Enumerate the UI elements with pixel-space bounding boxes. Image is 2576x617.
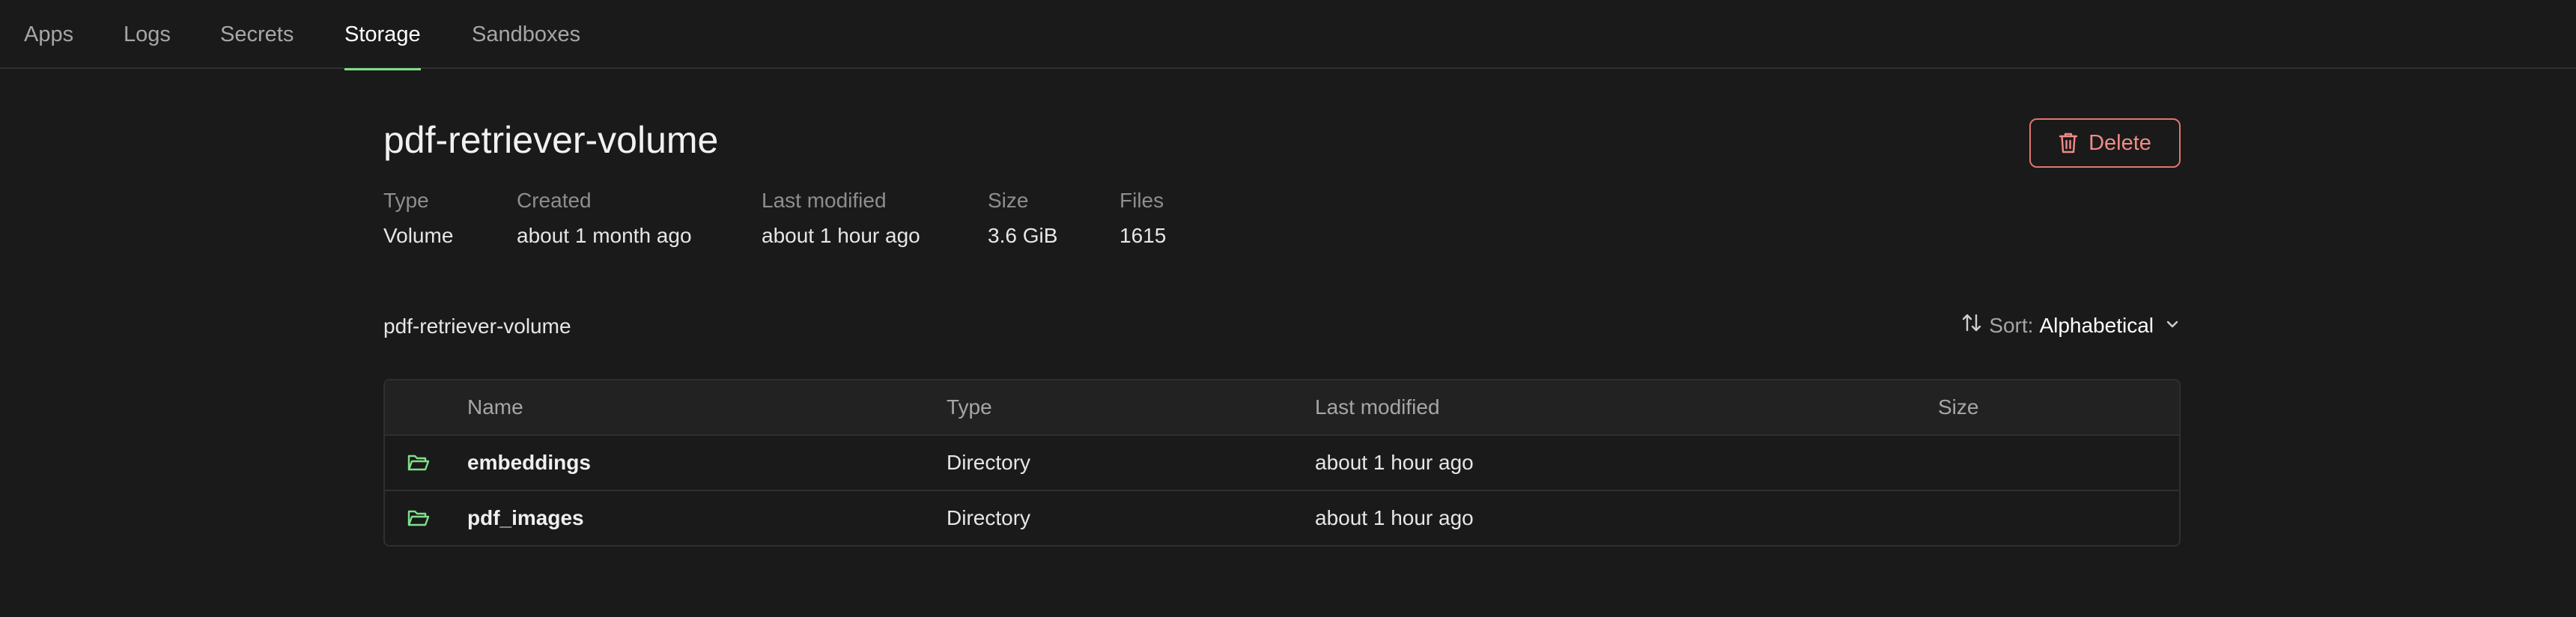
top-nav: Apps Logs Secrets Storage Sandboxes <box>0 0 2576 70</box>
meta-files: Files 1615 <box>1120 189 1166 248</box>
meta-files-value: 1615 <box>1120 224 1167 247</box>
row-last-modified: about 1 hour ago <box>1315 506 1474 529</box>
delete-button[interactable]: Delete <box>2029 118 2181 168</box>
meta-last-modified-label: Last modified <box>762 189 887 212</box>
row-last-modified: about 1 hour ago <box>1315 451 1474 474</box>
folder-open-icon <box>407 452 430 473</box>
row-name[interactable]: embeddings <box>467 436 591 490</box>
column-header-name[interactable]: Name <box>467 380 523 434</box>
sort-arrows-icon <box>1960 311 1983 339</box>
meta-size-label: Size <box>988 189 1029 212</box>
tab-storage[interactable]: Storage <box>344 0 421 70</box>
sort-prefix: Sort: <box>1989 313 2034 337</box>
meta-created-value: about 1 month ago <box>517 224 692 247</box>
tab-logs[interactable]: Logs <box>124 0 171 69</box>
file-table: Name Type Last modified Size embeddings … <box>383 379 2181 547</box>
tab-secrets[interactable]: Secrets <box>220 0 294 69</box>
meta-created: Created about 1 month ago <box>517 189 692 248</box>
table-header: Name Type Last modified Size <box>385 380 2179 436</box>
table-row[interactable]: pdf_images Directory about 1 hour ago <box>385 491 2179 545</box>
row-type: Directory <box>947 451 1031 474</box>
column-header-type[interactable]: Type <box>947 380 992 434</box>
chevron-down-icon <box>2164 314 2181 338</box>
meta-last-modified: Last modified about 1 hour ago <box>762 189 920 248</box>
table-row[interactable]: embeddings Directory about 1 hour ago <box>385 436 2179 491</box>
meta-size-value: 3.6 GiB <box>988 224 1058 247</box>
meta-type-label: Type <box>383 189 429 212</box>
tab-sandboxes[interactable]: Sandboxes <box>472 0 580 69</box>
sort-dropdown[interactable]: Sort: Alphabetical <box>1960 311 2181 339</box>
breadcrumb[interactable]: pdf-retriever-volume <box>383 314 571 338</box>
meta-files-label: Files <box>1120 189 1164 212</box>
meta-type-value: Volume <box>383 224 454 247</box>
column-header-size[interactable]: Size <box>1938 380 1978 434</box>
trash-icon <box>2059 132 2078 154</box>
meta-size: Size 3.6 GiB <box>988 189 1057 248</box>
row-type: Directory <box>947 506 1031 529</box>
tab-apps[interactable]: Apps <box>24 0 73 69</box>
page-title: pdf-retriever-volume <box>383 119 719 161</box>
row-name[interactable]: pdf_images <box>467 491 584 545</box>
column-header-last-modified[interactable]: Last modified <box>1315 380 1440 434</box>
delete-button-label: Delete <box>2089 130 2151 155</box>
meta-created-label: Created <box>517 189 592 212</box>
folder-open-icon <box>407 508 430 529</box>
meta-type: Type Volume <box>383 189 453 248</box>
sort-value: Alphabetical <box>2039 313 2154 337</box>
meta-last-modified-value: about 1 hour ago <box>762 224 920 247</box>
